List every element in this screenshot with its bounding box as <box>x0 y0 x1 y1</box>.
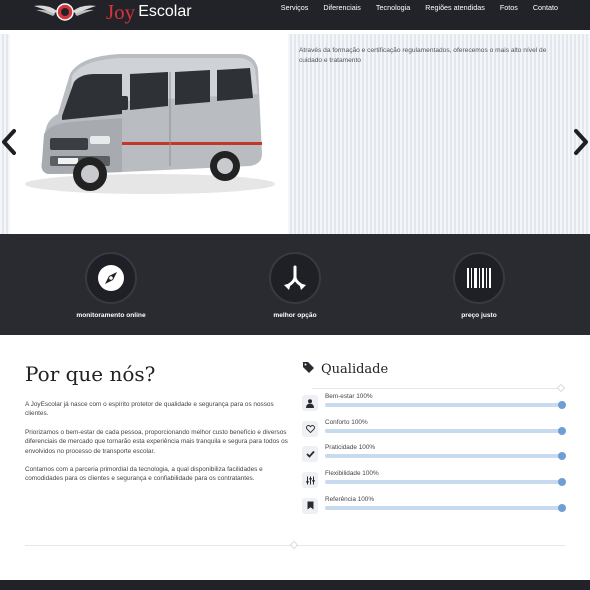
skill-row-praticidade: Praticidade 100% <box>302 443 566 469</box>
skill-label: Conforto 100% <box>325 418 368 426</box>
nav-link-regioes-atendidas[interactable]: Regiões atendidas <box>425 3 485 13</box>
feature-label: monitoramento online <box>76 312 146 319</box>
skill-progress-knob <box>558 452 566 461</box>
quality-header: Qualidade <box>302 360 564 378</box>
slider-next-arrow-icon[interactable] <box>572 128 590 156</box>
main-nav: Serviços Diferenciais Tecnologia Regiões… <box>266 3 558 13</box>
skill-progress-knob <box>558 401 566 409</box>
section-divider <box>25 540 565 550</box>
hero-caption: Através da formação e certificação regul… <box>299 47 547 64</box>
feature-label: melhor opção <box>273 312 317 319</box>
skill-label: Referência 100% <box>325 495 375 503</box>
barcode-icon <box>453 252 505 304</box>
why-us-section: Por que nós? A JoyEscolar já nasce com o… <box>25 362 290 493</box>
person-icon <box>302 395 318 411</box>
quality-divider <box>302 383 566 393</box>
slider-prev-arrow-icon[interactable] <box>0 128 18 156</box>
tags-icon <box>302 360 316 378</box>
quality-title: Qualidade <box>321 361 389 377</box>
why-us-paragraph: Contamos com a parceria primordial da te… <box>25 466 263 483</box>
skill-progress-bar <box>325 452 566 461</box>
site-logo[interactable]: Joy Escolar <box>30 0 192 24</box>
skill-row-referencia: Referência 100% <box>302 495 566 521</box>
logo-text-escolar: Escolar <box>138 3 192 20</box>
bookmark-icon <box>302 497 318 514</box>
skill-row-flexibilidade: Flexibilidade 100% <box>302 469 566 495</box>
skill-row-bem-estar: Bem-estar 100% <box>302 392 566 418</box>
logo-wings-emblem-icon <box>30 0 100 24</box>
compass-icon <box>85 252 137 304</box>
nav-link-tecnologia[interactable]: Tecnologia <box>376 3 410 13</box>
quality-section: Qualidade Bem-estar 100% Conforto 100% P… <box>302 360 566 521</box>
why-us-paragraph: A JoyEscolar já nasce com o espírito pro… <box>25 401 274 418</box>
skill-progress-bar <box>325 401 566 409</box>
top-navbar: Joy Escolar Serviços Diferenciais Tecnol… <box>0 0 590 30</box>
skill-label: Praticidade 100% <box>325 444 376 452</box>
sliders-icon <box>302 472 318 489</box>
skill-progress-knob <box>558 503 566 512</box>
heart-icon <box>302 420 318 437</box>
nav-link-contato[interactable]: Contato <box>533 3 558 13</box>
features-band: monitoramento online melhor opção preço … <box>0 234 590 335</box>
feature-melhor-opcao[interactable]: melhor opção <box>245 252 345 319</box>
skill-row-conforto: Conforto 100% <box>302 418 566 444</box>
skill-progress-bar <box>325 503 566 512</box>
why-us-title: Por que nós? <box>25 362 156 386</box>
hero-slider: Através da formação e certificação regul… <box>0 34 590 234</box>
hero-image-panel <box>10 34 288 234</box>
nav-link-fotos[interactable]: Fotos <box>500 3 518 13</box>
feature-label: preço justo <box>461 312 497 319</box>
feature-monitoramento-online[interactable]: monitoramento online <box>61 252 161 319</box>
skill-progress-knob <box>558 478 566 487</box>
skill-label: Flexibilidade 100% <box>325 470 379 478</box>
skill-progress-knob <box>558 426 566 435</box>
skill-progress-bar <box>325 478 566 487</box>
why-us-paragraph: Priorizamos o bem-estar de cada pessoa, … <box>25 428 288 455</box>
skill-label: Bem-estar 100% <box>325 393 373 400</box>
footer-bar <box>0 580 590 590</box>
skill-progress-bar <box>325 426 566 435</box>
nav-link-servicos[interactable]: Serviços <box>281 3 309 13</box>
feature-preco-justo[interactable]: preço justo <box>429 252 529 319</box>
minibus-van-image <box>25 54 275 194</box>
nav-link-diferenciais[interactable]: Diferenciais <box>323 3 361 13</box>
logo-text-joy: Joy <box>106 0 136 24</box>
split-arrows-icon <box>269 252 321 304</box>
check-icon <box>302 446 318 463</box>
